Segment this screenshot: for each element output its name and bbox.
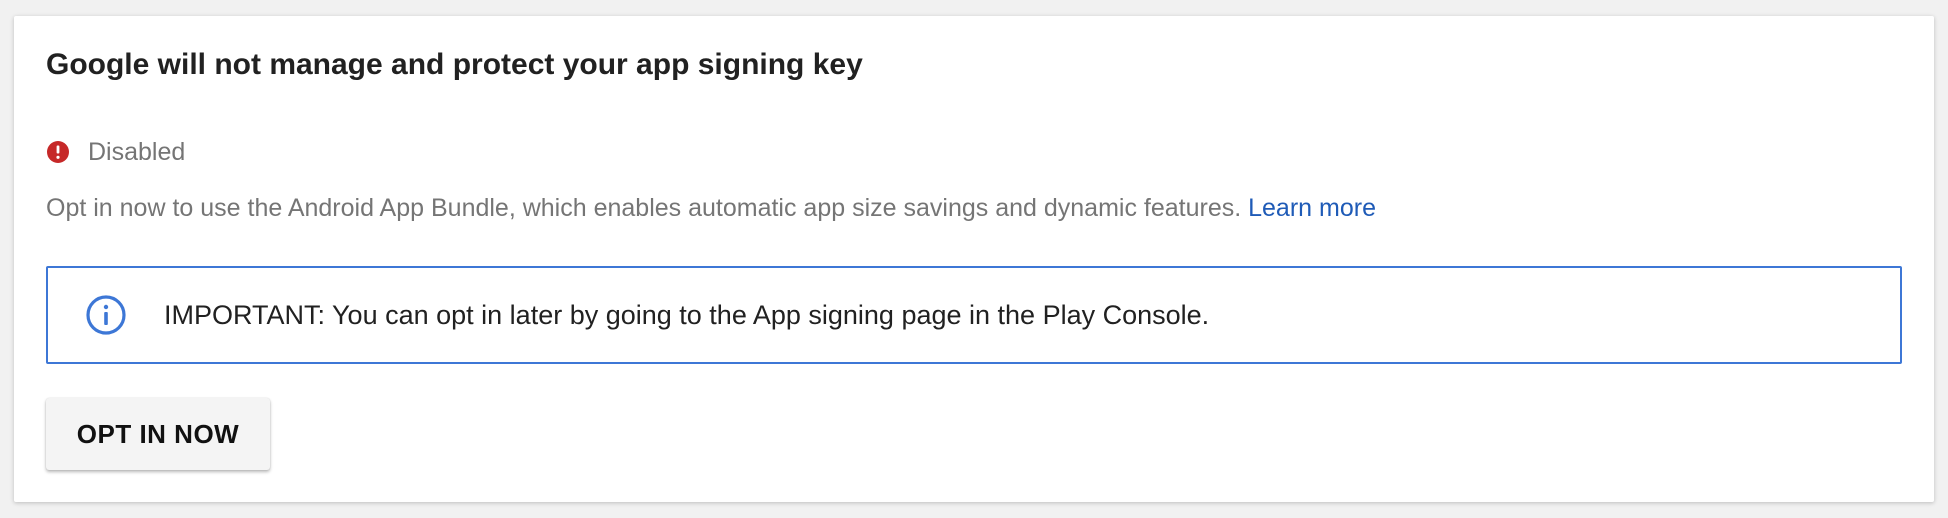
opt-in-now-button[interactable]: OPT IN NOW	[46, 398, 270, 470]
info-icon	[84, 293, 128, 337]
card-title: Google will not manage and protect your …	[46, 48, 863, 81]
status-row: Disabled	[46, 132, 185, 172]
important-notice: IMPORTANT: You can opt in later by going…	[46, 266, 1902, 364]
app-signing-card: Google will not manage and protect your …	[14, 16, 1934, 502]
status-label: Disabled	[88, 137, 186, 166]
description: Opt in now to use the Android App Bundle…	[46, 194, 1376, 223]
notice-text: IMPORTANT: You can opt in later by going…	[164, 299, 1210, 330]
error-icon	[46, 140, 70, 164]
learn-more-link[interactable]: Learn more	[1248, 194, 1376, 222]
description-text: Opt in now to use the Android App Bundle…	[46, 194, 1249, 222]
